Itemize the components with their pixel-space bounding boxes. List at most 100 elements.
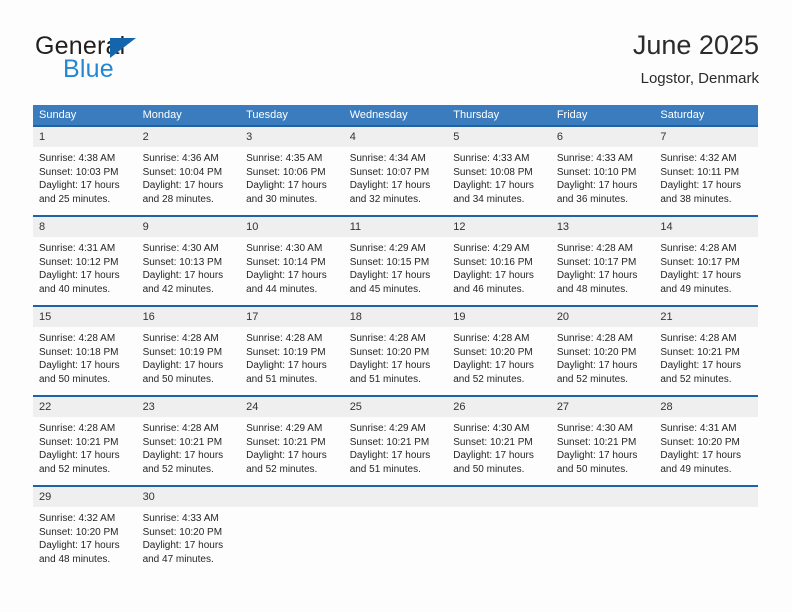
calendar-day-cell[interactable]: 30 Sunrise: 4:33 AM Sunset: 10:20 PM Daylig… — [136, 485, 241, 576]
day-number: 21 — [654, 307, 758, 327]
calendar-day-cell-empty — [654, 485, 758, 576]
location-subtitle: Logstor, Denmark — [640, 70, 759, 87]
weekday-header-friday: Friday — [550, 105, 655, 126]
sunset-text: Sunset: 10:11 PM — [660, 166, 740, 178]
calendar-day-cell[interactable]: 29 Sunrise: 4:32 AM Sunset: 10:20 PM Daylig… — [33, 485, 137, 576]
day-sun-info: Sunrise: 4:28 AM Sunset: 10:20 PM Daylight… — [447, 327, 551, 386]
daylight-text-line1: Daylight: 17 hours — [556, 360, 638, 372]
day-sun-info: Sunrise: 4:28 AM Sunset: 10:19 PM Daylight… — [240, 327, 344, 386]
day-sun-info: Sunrise: 4:28 AM Sunset: 10:21 PM Daylight… — [654, 327, 758, 386]
calendar-day-cell[interactable]: 16 Sunrise: 4:28 AM Sunset: 10:19 PM Daylig… — [136, 305, 241, 396]
calendar-day-cell-empty — [447, 485, 551, 576]
calendar-day-cell[interactable]: 8 Sunrise: 4:31 AM Sunset: 10:12 PM Dayligh… — [33, 215, 137, 306]
day-sun-info: Sunrise: 4:33 AM Sunset: 10:08 PM Daylight… — [447, 147, 551, 206]
calendar-day-cell[interactable]: 26 Sunrise: 4:30 AM Sunset: 10:21 PM Daylig… — [447, 395, 551, 486]
daylight-text-line1: Daylight: 17 hours — [660, 450, 741, 462]
calendar-day-cell-empty — [343, 485, 448, 576]
daylight-text-line2: and 50 minutes. — [556, 463, 628, 475]
day-number: 11 — [343, 217, 448, 237]
daylight-text-line1: Daylight: 17 hours — [142, 360, 224, 372]
day-sun-info: Sunrise: 4:30 AM Sunset: 10:13 PM Daylight… — [137, 237, 241, 296]
day-sun-info: Sunrise: 4:30 AM Sunset: 10:14 PM Daylight… — [240, 237, 344, 296]
page-title: June 2025 — [632, 30, 759, 60]
sunrise-text: Sunrise: 4:31 AM — [660, 423, 737, 434]
calendar-day-cell[interactable]: 23 Sunrise: 4:28 AM Sunset: 10:21 PM Daylig… — [136, 395, 241, 486]
daylight-text-line1: Daylight: 17 hours — [246, 450, 327, 462]
sunrise-text: Sunrise: 4:28 AM — [556, 243, 633, 254]
sunset-text: Sunset: 10:21 PM — [556, 436, 637, 448]
sunrise-text: Sunrise: 4:32 AM — [660, 153, 737, 164]
calendar-day-cell[interactable]: 22 Sunrise: 4:28 AM Sunset: 10:21 PM Daylig… — [33, 395, 137, 486]
day-sun-info: Sunrise: 4:33 AM Sunset: 10:10 PM Daylight… — [551, 147, 655, 206]
calendar-day-cell[interactable]: 15 Sunrise: 4:28 AM Sunset: 10:18 PM Daylig… — [33, 305, 137, 396]
weekday-header-sunday: Sunday — [33, 105, 137, 126]
sunset-text: Sunset: 10:15 PM — [349, 256, 430, 268]
daylight-text-line2: and 49 minutes. — [660, 463, 732, 475]
sunset-text: Sunset: 10:12 PM — [39, 256, 119, 268]
daylight-text-line1: Daylight: 17 hours — [39, 270, 120, 282]
sunset-text: Sunset: 10:21 PM — [246, 436, 326, 448]
sunrise-text: Sunrise: 4:29 AM — [246, 423, 323, 434]
calendar-day-cell[interactable]: 12 Sunrise: 4:29 AM Sunset: 10:16 PM Daylig… — [447, 215, 551, 306]
calendar-day-cell[interactable]: 19 Sunrise: 4:28 AM Sunset: 10:20 PM Daylig… — [447, 305, 551, 396]
day-sun-info: Sunrise: 4:28 AM Sunset: 10:21 PM Daylight… — [33, 417, 137, 476]
sunrise-text: Sunrise: 4:28 AM — [556, 333, 633, 344]
sunset-text: Sunset: 10:10 PM — [556, 166, 637, 178]
logo-text-blue: Blue — [63, 55, 114, 83]
calendar-day-cell[interactable]: 9 Sunrise: 4:30 AM Sunset: 10:13 PM Dayligh… — [136, 215, 241, 306]
day-number: 27 — [550, 397, 655, 417]
sunrise-text: Sunrise: 4:28 AM — [660, 243, 737, 254]
sunrise-text: Sunrise: 4:33 AM — [142, 513, 219, 524]
sunrise-text: Sunrise: 4:36 AM — [142, 153, 219, 164]
sunset-text: Sunset: 10:19 PM — [246, 346, 326, 358]
calendar-day-cell[interactable]: 28 Sunrise: 4:31 AM Sunset: 10:20 PM Daylig… — [654, 395, 758, 486]
calendar-day-cell[interactable]: 6 Sunrise: 4:33 AM Sunset: 10:10 PM Dayligh… — [550, 125, 655, 216]
calendar-day-cell[interactable]: 14 Sunrise: 4:28 AM Sunset: 10:17 PM Daylig… — [654, 215, 758, 306]
calendar-day-cell-empty — [240, 485, 344, 576]
daylight-text-line2: and 52 minutes. — [556, 373, 628, 385]
day-number: 29 — [33, 487, 137, 507]
calendar-day-cell[interactable]: 20 Sunrise: 4:28 AM Sunset: 10:20 PM Daylig… — [550, 305, 655, 396]
daylight-text-line2: and 52 minutes. — [660, 373, 732, 385]
sunrise-text: Sunrise: 4:30 AM — [556, 423, 633, 434]
daylight-text-line1: Daylight: 17 hours — [39, 180, 120, 192]
daylight-text-line1: Daylight: 17 hours — [142, 540, 224, 552]
day-number — [447, 487, 551, 507]
daylight-text-line2: and 44 minutes. — [246, 283, 318, 295]
day-number: 5 — [447, 127, 551, 147]
day-number: 24 — [240, 397, 344, 417]
sunset-text: Sunset: 10:21 PM — [39, 436, 119, 448]
calendar-day-cell[interactable]: 11 Sunrise: 4:29 AM Sunset: 10:15 PM Daylig… — [343, 215, 448, 306]
calendar-day-cell[interactable]: 4 Sunrise: 4:34 AM Sunset: 10:07 PM Dayligh… — [343, 125, 448, 216]
calendar-day-cell[interactable]: 3 Sunrise: 4:35 AM Sunset: 10:06 PM Dayligh… — [240, 125, 344, 216]
calendar-day-cell[interactable]: 27 Sunrise: 4:30 AM Sunset: 10:21 PM Daylig… — [550, 395, 655, 486]
sunrise-text: Sunrise: 4:38 AM — [39, 153, 116, 164]
sunrise-text: Sunrise: 4:28 AM — [246, 333, 323, 344]
sunset-text: Sunset: 10:20 PM — [556, 346, 637, 358]
calendar-day-cell[interactable]: 17 Sunrise: 4:28 AM Sunset: 10:19 PM Daylig… — [240, 305, 344, 396]
calendar-day-cell[interactable]: 1 Sunrise: 4:38 AM Sunset: 10:03 PM Dayligh… — [33, 125, 137, 216]
calendar-day-cell[interactable]: 5 Sunrise: 4:33 AM Sunset: 10:08 PM Dayligh… — [447, 125, 551, 216]
day-sun-info: Sunrise: 4:28 AM Sunset: 10:17 PM Daylight… — [551, 237, 655, 296]
weekday-header-monday: Monday — [136, 105, 241, 126]
calendar-day-cell[interactable]: 10 Sunrise: 4:30 AM Sunset: 10:14 PM Daylig… — [240, 215, 344, 306]
sunset-text: Sunset: 10:14 PM — [246, 256, 326, 268]
sunset-text: Sunset: 10:20 PM — [453, 346, 533, 358]
calendar-day-cell[interactable]: 2 Sunrise: 4:36 AM Sunset: 10:04 PM Dayligh… — [136, 125, 241, 216]
daylight-text-line2: and 51 minutes. — [246, 373, 318, 385]
sunset-text: Sunset: 10:21 PM — [142, 436, 223, 448]
daylight-text-line2: and 25 minutes. — [39, 193, 111, 205]
calendar-day-cell[interactable]: 24 Sunrise: 4:29 AM Sunset: 10:21 PM Daylig… — [240, 395, 344, 486]
calendar-day-cell[interactable]: 13 Sunrise: 4:28 AM Sunset: 10:17 PM Daylig… — [550, 215, 655, 306]
calendar-day-cell[interactable]: 21 Sunrise: 4:28 AM Sunset: 10:21 PM Daylig… — [654, 305, 758, 396]
calendar-day-cell[interactable]: 7 Sunrise: 4:32 AM Sunset: 10:11 PM Dayligh… — [654, 125, 758, 216]
calendar-day-cell[interactable]: 18 Sunrise: 4:28 AM Sunset: 10:20 PM Daylig… — [343, 305, 448, 396]
day-number: 7 — [654, 127, 758, 147]
day-sun-info: Sunrise: 4:36 AM Sunset: 10:04 PM Daylight… — [137, 147, 241, 206]
day-sun-info: Sunrise: 4:28 AM Sunset: 10:20 PM Daylight… — [344, 327, 448, 386]
day-number: 23 — [136, 397, 241, 417]
sunrise-text: Sunrise: 4:33 AM — [453, 153, 530, 164]
day-sun-info: Sunrise: 4:28 AM Sunset: 10:21 PM Daylight… — [137, 417, 241, 476]
calendar-day-cell[interactable]: 25 Sunrise: 4:29 AM Sunset: 10:21 PM Daylig… — [343, 395, 448, 486]
daylight-text-line1: Daylight: 17 hours — [349, 180, 431, 192]
